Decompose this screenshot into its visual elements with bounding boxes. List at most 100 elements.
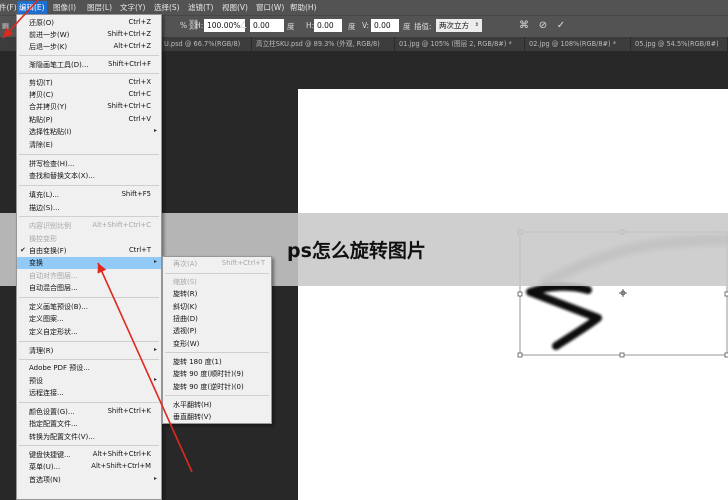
menu-item-clear[interactable]: 清除(E)	[17, 139, 161, 151]
menu-item-label: 旋转(R)	[173, 290, 198, 298]
interpolation-select[interactable]: 两次立方 ⇕	[436, 19, 482, 32]
menu-item-purge[interactable]: 清理(R) ▸	[17, 345, 161, 357]
menu-item-step-forward[interactable]: 前进一步(W) Shift+Ctrl+Z	[17, 29, 161, 41]
submenu-item-rotate-90-cw[interactable]: 旋转 90 度(顺时针)(9)	[163, 368, 271, 380]
menu-item-label: 描边(S)...	[29, 204, 60, 212]
menu-item-copy-merged[interactable]: 合并拷贝(Y) Shift+Ctrl+C	[17, 101, 161, 113]
menu-item-label: 水平翻转(H)	[173, 401, 212, 409]
submenu-item-flip-vertical[interactable]: 垂直翻转(V)	[163, 411, 271, 423]
transform-submenu: 再次(A) Shift+Ctrl+T 缩放(S) 旋转(R) 斜切(K) 扭曲(D…	[162, 256, 272, 424]
reference-point-icon[interactable]: ▦	[2, 21, 9, 30]
menu-item-remote-connections[interactable]: 远程连接...	[17, 387, 161, 399]
menu-separator	[19, 297, 159, 298]
menu-item-free-transform[interactable]: ✔ 自由变换(F) Ctrl+T	[17, 245, 161, 257]
menu-item-presets[interactable]: 预设 ▸	[17, 375, 161, 387]
menu-separator	[19, 185, 159, 186]
degree-label-1: 度	[287, 22, 295, 31]
menu-separator	[19, 341, 159, 342]
v-skew-field[interactable]: 0.00	[371, 19, 399, 32]
tab-02-jpg[interactable]: 02.jpg @ 108%(RGB/8#) *	[525, 37, 631, 51]
menu-item-paste-special[interactable]: 选择性粘贴(I) ▸	[17, 126, 161, 138]
menu-item-content-aware-scale[interactable]: 内容识别比例 Alt+Shift+Ctrl+C	[17, 220, 161, 232]
menu-item-define-pattern[interactable]: 定义图案...	[17, 313, 161, 325]
menu-item-label: 前进一步(W)	[29, 31, 70, 39]
tab-u-psd[interactable]: U.psd @ 66.7%(RGB/8)	[160, 37, 252, 51]
menu-select[interactable]: 选择(S)	[154, 2, 180, 13]
menu-item-paste[interactable]: 粘贴(P) Ctrl+V	[17, 114, 161, 126]
menu-item-color-settings[interactable]: 颜色设置(G)... Shift+Ctrl+K	[17, 406, 161, 418]
tab-01-jpg[interactable]: 01.jpg @ 105% (图层 2, RGB/8#) *	[395, 37, 525, 51]
menu-item-label: 拷贝(C)	[29, 91, 54, 99]
menu-image[interactable]: 图像(I)	[53, 2, 76, 13]
angle-field[interactable]: 0.00	[250, 19, 284, 32]
menu-item-preferences[interactable]: 首选项(N) ▸	[17, 474, 161, 486]
menu-item-label: 清理(R)	[29, 347, 54, 355]
menu-item-label: 后退一步(K)	[29, 43, 68, 51]
menu-item-shortcut: Alt+Shift+Ctrl+M	[91, 462, 151, 470]
submenu-item-scale[interactable]: 缩放(S)	[163, 276, 271, 288]
menu-item-fill[interactable]: 填充(L)... Shift+F5	[17, 189, 161, 201]
menu-bar: 件(F) 编辑(E) 图像(I) 图层(L) 文字(Y) 选择(S) 滤镜(T)…	[0, 0, 728, 15]
cancel-icon[interactable]: ⊘	[536, 19, 550, 33]
menu-item-auto-blend[interactable]: 自动混合图层...	[17, 282, 161, 294]
menu-item-label: 粘贴(P)	[29, 116, 53, 124]
menu-item-shortcut: Shift+Ctrl+T	[221, 259, 265, 267]
menu-item-label: 清除(E)	[29, 141, 53, 149]
submenu-item-again[interactable]: 再次(A) Shift+Ctrl+T	[163, 258, 271, 270]
submenu-item-rotate-90-ccw[interactable]: 旋转 90 度(逆时针)(0)	[163, 381, 271, 393]
menu-item-step-backward[interactable]: 后退一步(K) Alt+Ctrl+Z	[17, 41, 161, 53]
submenu-item-rotate-180[interactable]: 旋转 180 度(1)	[163, 356, 271, 368]
h-skew-field[interactable]: 0.00	[314, 19, 342, 32]
menu-file[interactable]: 件(F)	[0, 2, 17, 13]
menu-view[interactable]: 视图(V)	[222, 2, 248, 13]
menu-layer[interactable]: 图层(L)	[87, 2, 112, 13]
submenu-arrow-icon: ▸	[153, 258, 157, 265]
submenu-arrow-icon: ▸	[153, 475, 157, 482]
submenu-item-perspective[interactable]: 透视(P)	[163, 325, 271, 337]
menu-item-find-replace[interactable]: 查找和替换文本(X)...	[17, 170, 161, 182]
submenu-item-distort[interactable]: 扭曲(D)	[163, 313, 271, 325]
menu-item-cut[interactable]: 剪切(T) Ctrl+X	[17, 77, 161, 89]
submenu-item-flip-horizontal[interactable]: 水平翻转(H)	[163, 399, 271, 411]
tab-sku-psd[interactable]: 高立柱SKU.psd @ 89.3% (外观, RGB/8)	[252, 37, 395, 51]
menu-separator	[19, 154, 159, 155]
warp-icon[interactable]: ⌘	[517, 19, 531, 33]
menu-help[interactable]: 帮助(H)	[290, 2, 317, 13]
menu-item-shortcut: Shift+F5	[121, 190, 151, 198]
interpolation-label: 插值:	[414, 22, 432, 31]
menu-item-label: 查找和替换文本(X)...	[29, 172, 95, 180]
menu-item-menus[interactable]: 菜单(U)... Alt+Shift+Ctrl+M	[17, 461, 161, 473]
menu-item-label: 垂直翻转(V)	[173, 413, 212, 421]
menu-item-label: 缩放(S)	[173, 278, 197, 286]
submenu-item-warp[interactable]: 变形(W)	[163, 338, 271, 350]
menu-window[interactable]: 窗口(W)	[256, 2, 284, 13]
menu-item-fade[interactable]: 渐隐画笔工具(D)... Shift+Ctrl+F	[17, 59, 161, 71]
submenu-item-skew[interactable]: 斜切(K)	[163, 301, 271, 313]
menu-item-define-shape[interactable]: 定义自定形状...	[17, 326, 161, 338]
menu-item-label: 渐隐画笔工具(D)...	[29, 61, 89, 69]
menu-item-stroke[interactable]: 描边(S)...	[17, 202, 161, 214]
menu-item-label: 定义画笔预设(B)...	[29, 303, 88, 311]
menu-edit[interactable]: 编辑(E)	[17, 1, 47, 14]
menu-item-label: 首选项(N)	[29, 476, 61, 484]
menu-filter[interactable]: 滤镜(T)	[188, 2, 213, 13]
submenu-item-rotate[interactable]: 旋转(R)	[163, 288, 271, 300]
menu-item-define-brush[interactable]: 定义画笔预设(B)...	[17, 301, 161, 313]
menu-item-spell-check[interactable]: 拼写检查(H)...	[17, 158, 161, 170]
menu-separator	[165, 352, 269, 353]
menu-item-copy[interactable]: 拷贝(C) Ctrl+C	[17, 89, 161, 101]
menu-item-puppet-warp[interactable]: 操控变形	[17, 233, 161, 245]
menu-item-assign-profile[interactable]: 指定配置文件...	[17, 418, 161, 430]
menu-item-label: 定义图案...	[29, 315, 64, 323]
menu-separator	[19, 216, 159, 217]
menu-item-keyboard-shortcuts[interactable]: 键盘快捷键... Alt+Shift+Ctrl+K	[17, 449, 161, 461]
tab-05-jpg[interactable]: 05.jpg @ 54.5%(RGB/8#)	[631, 37, 728, 51]
menu-type[interactable]: 文字(Y)	[120, 2, 145, 13]
menu-item-undo[interactable]: 还原(O) Ctrl+Z	[17, 17, 161, 29]
commit-icon[interactable]: ✓	[554, 19, 568, 33]
menu-item-auto-align[interactable]: 自动对齐图层...	[17, 270, 161, 282]
menu-item-convert-profile[interactable]: 转换为配置文件(V)...	[17, 431, 161, 443]
menu-item-transform[interactable]: 变换 ▸	[17, 257, 161, 269]
menu-item-pdf-presets[interactable]: Adobe PDF 预设...	[17, 362, 161, 374]
menu-item-label: Adobe PDF 预设...	[29, 364, 90, 372]
